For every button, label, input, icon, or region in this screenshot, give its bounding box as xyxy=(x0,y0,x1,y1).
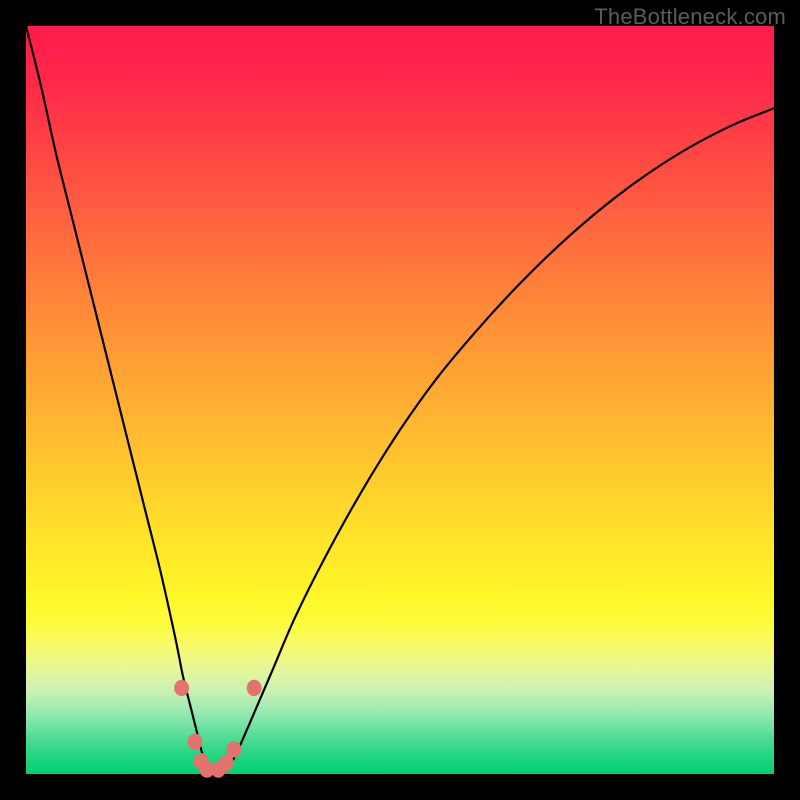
curve-marker xyxy=(188,734,203,750)
curve-marker xyxy=(247,680,262,696)
curve-marker xyxy=(227,741,242,757)
curve-marker xyxy=(174,680,189,696)
bottleneck-chart-svg xyxy=(26,26,774,774)
bottleneck-curve xyxy=(26,26,774,771)
plot-frame xyxy=(26,26,774,774)
